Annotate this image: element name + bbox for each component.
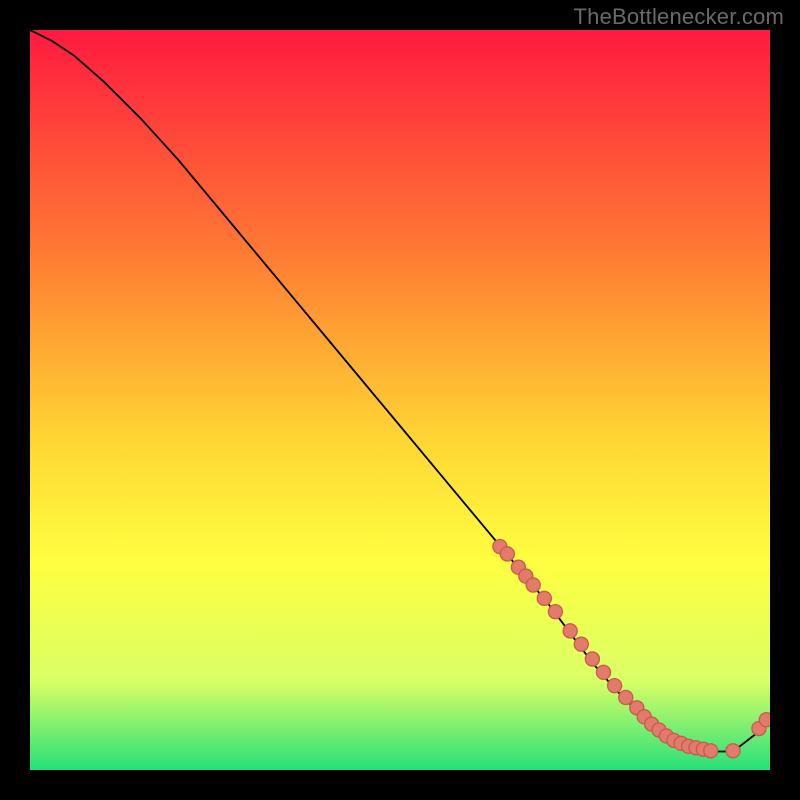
- data-dot: [759, 713, 770, 727]
- data-dot: [563, 624, 577, 638]
- plot-area: [30, 30, 770, 770]
- chart-svg: [30, 30, 770, 770]
- data-dot: [726, 744, 740, 758]
- gradient-background: [30, 30, 770, 770]
- data-dot: [574, 637, 588, 651]
- data-dot: [596, 665, 610, 679]
- data-dot: [548, 605, 562, 619]
- data-dot: [585, 652, 599, 666]
- data-dot: [704, 744, 718, 758]
- data-dot: [537, 591, 551, 605]
- data-dot: [526, 578, 540, 592]
- data-dot: [500, 547, 514, 561]
- data-dot: [619, 690, 633, 704]
- attribution-label: TheBottlenecker.com: [574, 4, 784, 30]
- data-dot: [608, 679, 622, 693]
- chart-frame: TheBottlenecker.com: [0, 0, 800, 800]
